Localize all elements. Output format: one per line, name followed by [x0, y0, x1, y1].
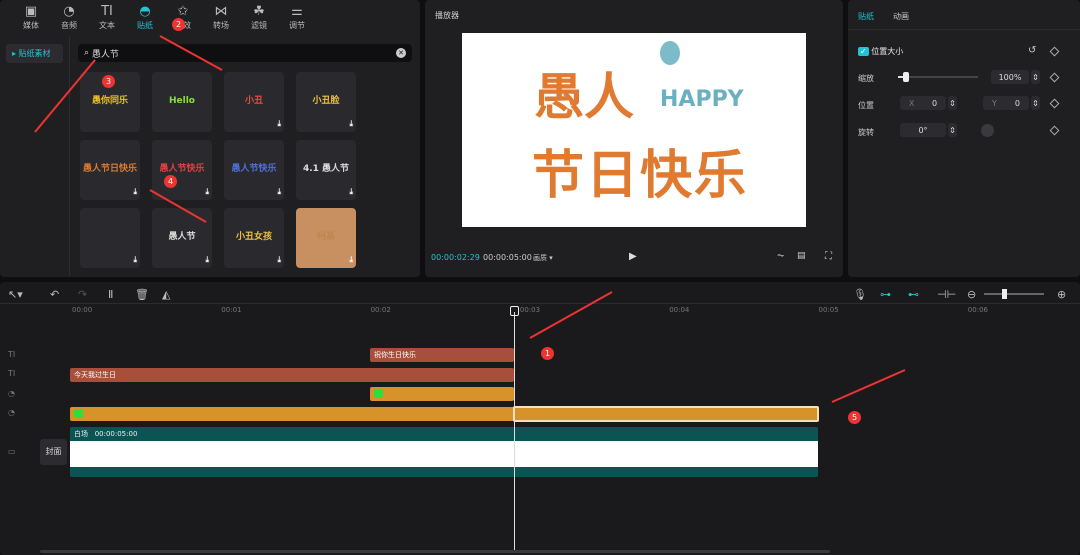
- annotation-badge: 1: [541, 347, 554, 360]
- annotation-badge: 3: [102, 75, 115, 88]
- annotation-badge: 4: [164, 175, 177, 188]
- arrow: [149, 189, 207, 223]
- arrow: [34, 59, 96, 133]
- annotation-badge: 5: [848, 411, 861, 424]
- annotation-arrows: [34, 35, 906, 403]
- arrow: [159, 35, 223, 71]
- arrow: [831, 369, 906, 403]
- arrow: [529, 291, 613, 339]
- annotation-badge: 2: [172, 18, 185, 31]
